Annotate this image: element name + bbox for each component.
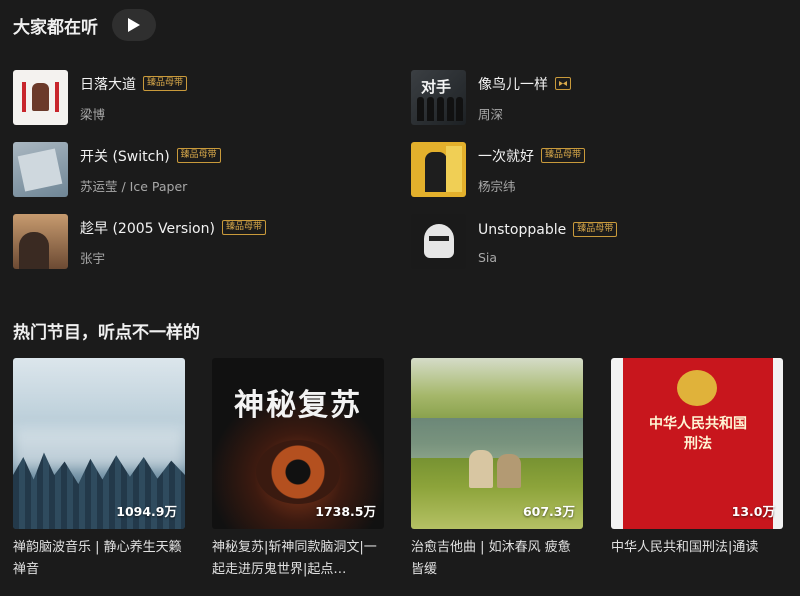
song-item[interactable]: Unstoppable 臻品母带 Sia (411, 213, 781, 269)
song-title[interactable]: 趁早 (2005 Version) (80, 218, 215, 238)
master-quality-badge: 臻品母带 (541, 148, 586, 163)
album-cover[interactable] (13, 69, 68, 125)
program-title[interactable]: 治愈吉他曲 | 如沐春风 疲惫皆缓 (411, 537, 583, 581)
song-artist[interactable]: 梁博 (80, 104, 187, 123)
album-cover[interactable] (411, 141, 466, 197)
song-title[interactable]: 日落大道 (80, 74, 136, 94)
program-cover[interactable]: 1094.9万 (13, 358, 185, 529)
program-title[interactable]: 禅韵脑波音乐 | 静心养生天籁禅音 (13, 537, 185, 581)
master-quality-badge: 臻品母带 (143, 76, 188, 91)
song-item[interactable]: 一次就好 臻品母带 杨宗纬 (411, 141, 781, 197)
emblem-icon (677, 370, 717, 406)
play-all-button[interactable] (112, 9, 156, 41)
song-artist[interactable]: 张宇 (80, 248, 266, 267)
song-title[interactable]: Unstoppable (478, 222, 566, 238)
master-quality-badge: 臻品母带 (221, 220, 266, 235)
song-title[interactable]: 像鸟儿一样 (478, 74, 548, 94)
song-item[interactable]: 开关 (Switch) 臻品母带 苏运莹 / Ice Paper (13, 141, 383, 197)
play-count: 607.3万 (522, 504, 575, 519)
song-item[interactable]: 日落大道 臻品母带 梁博 (13, 69, 383, 125)
program-cover[interactable]: 神秘复苏 1738.5万 (212, 358, 384, 529)
song-artist[interactable]: 周深 (478, 104, 571, 123)
cover-title: 神秘复苏 (234, 388, 362, 423)
song-artist[interactable]: Sia (478, 250, 617, 265)
program-card[interactable]: 607.3万 治愈吉他曲 | 如沐春风 疲惫皆缓 (411, 358, 583, 581)
program-card[interactable]: 神秘复苏 1738.5万 神秘复苏|斩神同款脑洞文|一起走进厉鬼世界|起点… (212, 358, 384, 581)
cover-title: 中华人民共和国 刑法 (649, 416, 747, 452)
album-cover[interactable]: 对手 (411, 69, 466, 125)
play-icon (128, 18, 140, 32)
play-count: 13.0万 (731, 504, 775, 519)
song-item[interactable]: 对手 像鸟儿一样 周深 (411, 69, 781, 125)
section-title-popular: 大家都在听 (13, 17, 98, 38)
section-title-programs: 热门节目，听点不一样的 (13, 323, 200, 343)
play-count: 1738.5万 (315, 504, 376, 519)
section-header-programs: 热门节目，听点不一样的 (13, 318, 200, 343)
master-quality-badge: 臻品母带 (176, 148, 221, 163)
program-card[interactable]: 中华人民共和国 刑法 13.0万 中华人民共和国刑法|通读 (611, 358, 783, 559)
program-cover[interactable]: 中华人民共和国 刑法 13.0万 (611, 358, 783, 529)
song-artist[interactable]: 杨宗纬 (478, 176, 585, 195)
section-header-popular: 大家都在听 (13, 8, 156, 42)
program-cover[interactable]: 607.3万 (411, 358, 583, 529)
play-count: 1094.9万 (116, 504, 177, 519)
program-card[interactable]: 1094.9万 禅韵脑波音乐 | 静心养生天籁禅音 (13, 358, 185, 581)
master-quality-badge: 臻品母带 (573, 222, 618, 237)
song-title[interactable]: 开关 (Switch) (80, 146, 170, 166)
album-cover[interactable] (13, 213, 68, 269)
song-title[interactable]: 一次就好 (478, 146, 534, 166)
program-title[interactable]: 神秘复苏|斩神同款脑洞文|一起走进厉鬼世界|起点… (212, 537, 384, 581)
album-cover[interactable] (13, 141, 68, 197)
song-artist[interactable]: 苏运莹 / Ice Paper (80, 176, 221, 195)
album-cover[interactable] (411, 213, 466, 269)
program-title[interactable]: 中华人民共和国刑法|通读 (611, 537, 783, 559)
quality-icon (555, 77, 571, 90)
song-item[interactable]: 趁早 (2005 Version) 臻品母带 张宇 (13, 213, 383, 269)
